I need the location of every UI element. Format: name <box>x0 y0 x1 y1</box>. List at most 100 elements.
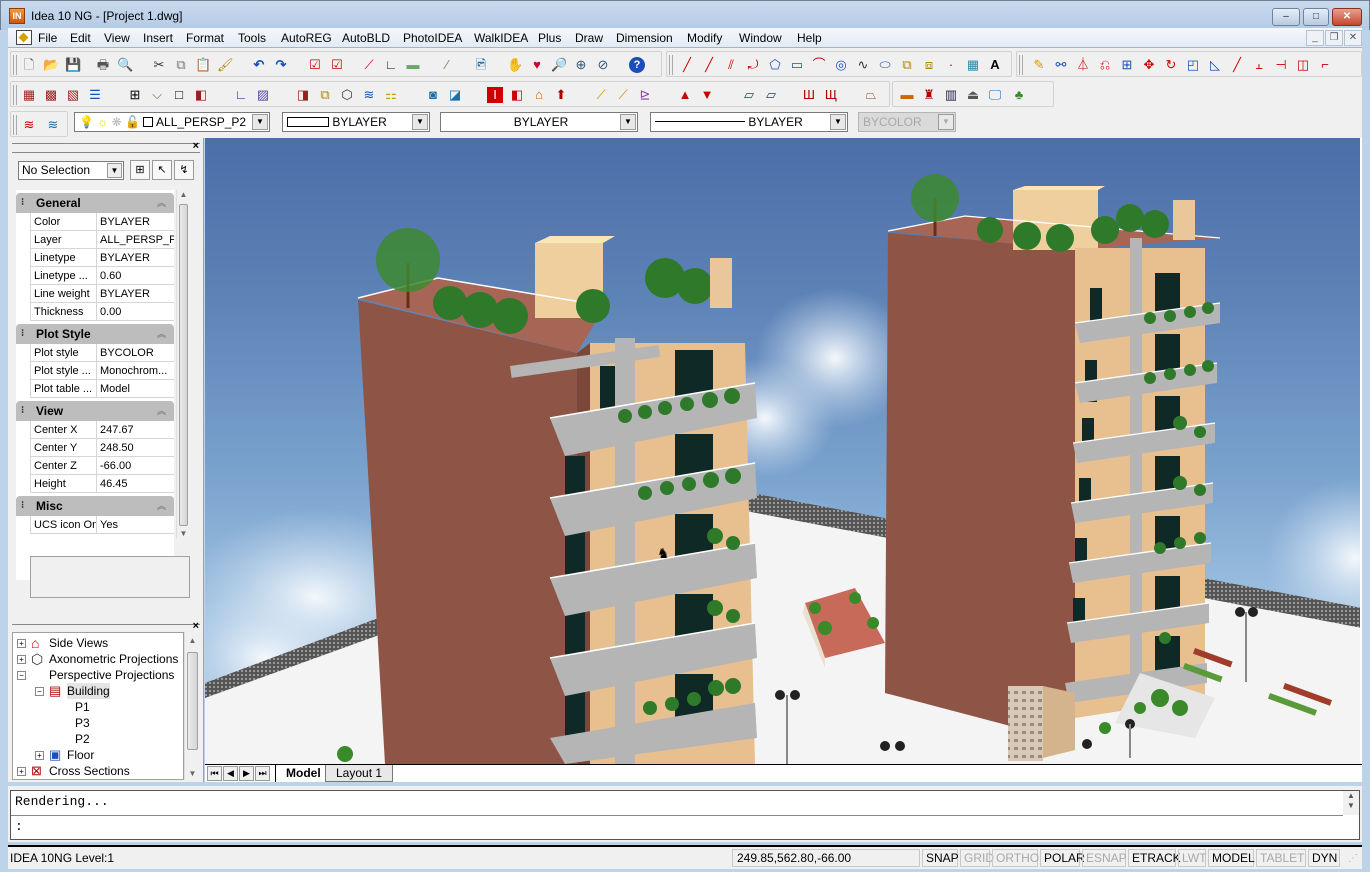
scroll-up-icon[interactable]: ▲ <box>177 190 190 199</box>
scroll-down-icon[interactable]: ▼ <box>177 529 190 538</box>
expand-icon[interactable]: + <box>35 751 44 760</box>
solid-icon[interactable]: ⬡ <box>339 87 355 103</box>
fillet-icon[interactable]: ⌐ <box>1317 57 1333 73</box>
property-value[interactable]: Yes <box>96 516 174 534</box>
property-value[interactable]: Monochrom... <box>96 362 174 380</box>
window-edit-icon[interactable]: ◧ <box>193 87 209 103</box>
computer-icon[interactable]: 🖵 <box>987 87 1003 103</box>
tree-node[interactable]: P1 <box>75 699 90 715</box>
mirror-icon[interactable]: ⏃ <box>1075 57 1091 73</box>
paste-icon[interactable]: 📋 <box>195 57 211 73</box>
property-row[interactable]: Height 46.45 <box>30 475 174 493</box>
expand-icon[interactable]: + <box>17 767 26 776</box>
level-down-icon[interactable]: ▼ <box>699 87 715 103</box>
stair-edit-icon[interactable]: ⟋ <box>615 87 631 103</box>
ellipse-icon[interactable]: ⬭ <box>877 57 893 73</box>
property-value[interactable]: BYCOLOR <box>96 344 174 362</box>
toggle-polar[interactable]: POLAR <box>1040 849 1085 867</box>
column-icon[interactable]: ◙ <box>425 87 441 103</box>
tree-scrollbar[interactable]: ▲ ▼ <box>184 632 200 780</box>
collapse-icon[interactable]: ︽ <box>157 193 166 213</box>
tab-model[interactable]: Model <box>275 765 331 782</box>
toggle-grid[interactable]: GRID <box>960 849 994 867</box>
stair-icon[interactable]: ⟋ <box>593 87 609 103</box>
wall-icon[interactable]: ▦ <box>21 87 37 103</box>
next-tab-button[interactable]: ▶ <box>239 766 254 781</box>
object-copy-icon[interactable]: ⧉ <box>317 87 333 103</box>
brush-icon[interactable]: ⁄ <box>439 57 455 73</box>
property-row[interactable]: Plot table ... Model <box>30 380 174 398</box>
bulb-on-icon[interactable]: 💡 <box>79 115 94 129</box>
property-row[interactable]: Linetype ... 0.60 <box>30 267 174 285</box>
menu-edit[interactable]: Edit <box>70 31 91 45</box>
level-icon[interactable]: ☰ <box>87 87 103 103</box>
undo-icon[interactable]: ↶ <box>251 57 267 73</box>
zoom-in-icon[interactable]: 🔎 <box>551 57 567 73</box>
document-menu-icon[interactable] <box>16 30 32 45</box>
move-icon[interactable]: ✥ <box>1141 57 1157 73</box>
railing-icon[interactable]: Ш <box>801 87 817 103</box>
properties-scrollbar[interactable]: ▲ ▼ <box>176 190 190 538</box>
stretch-icon[interactable]: ◺ <box>1207 57 1223 73</box>
property-value[interactable]: 248.50 <box>96 439 174 457</box>
property-value[interactable]: BYLAYER <box>96 213 174 231</box>
line-icon[interactable]: ╱ <box>679 57 695 73</box>
category-plot-style[interactable]: ⁝ Plot Style ︽ <box>16 324 174 344</box>
chevron-down-icon[interactable]: ▼ <box>830 114 846 130</box>
toolbar-grip[interactable] <box>1019 55 1023 75</box>
scroll-down-icon[interactable]: ▼ <box>1343 801 1359 811</box>
lineweight-dropdown[interactable]: BYLAYER ▼ <box>650 112 848 132</box>
chevron-down-icon[interactable]: ▼ <box>412 114 428 130</box>
collapse-icon[interactable]: − <box>17 671 26 680</box>
section-icon[interactable]: I <box>487 87 503 103</box>
polyline-icon[interactable]: ⤾ <box>745 57 761 73</box>
menu-modify[interactable]: Modify <box>687 31 722 45</box>
property-value[interactable]: Model <box>96 380 174 398</box>
property-row[interactable]: UCS icon On Yes <box>30 516 174 534</box>
menu-autobld[interactable]: AutoBLD <box>342 31 390 45</box>
coordinates-readout[interactable]: 249.85,562.80,-66.00 <box>732 849 920 867</box>
menu-draw[interactable]: Draw <box>575 31 603 45</box>
print-preview-icon[interactable]: 🔍 <box>117 57 133 73</box>
quick-select-button[interactable]: ⊞ <box>130 160 150 180</box>
property-row[interactable]: Plot style BYCOLOR <box>30 344 174 362</box>
toggle-etrack[interactable]: ETRACK <box>1128 849 1181 867</box>
spline-icon[interactable]: ∿ <box>855 57 871 73</box>
collapse-icon[interactable]: − <box>35 687 44 696</box>
scale-icon[interactable]: ◰ <box>1185 57 1201 73</box>
color-dropdown[interactable]: BYLAYER ▼ <box>282 112 430 132</box>
last-tab-button[interactable]: ⏭ <box>255 766 270 781</box>
ruler-icon[interactable]: ▬ <box>405 57 421 73</box>
tree-node[interactable]: Perspective Projections <box>49 667 174 683</box>
first-tab-button[interactable]: ⏮ <box>207 766 222 781</box>
chevron-down-icon[interactable]: ▼ <box>620 114 636 130</box>
arc-icon[interactable]: ⌒ <box>811 57 827 73</box>
offset-icon[interactable]: ⎌ <box>1097 57 1113 73</box>
sun-thaw-icon[interactable]: ☼ <box>97 115 108 129</box>
category-view[interactable]: ⁝ View ︽ <box>16 401 174 421</box>
menu-autoreg[interactable]: AutoREG <box>281 31 332 45</box>
rotate-icon[interactable]: ↻ <box>1163 57 1179 73</box>
property-row[interactable]: Linetype BYLAYER <box>30 249 174 267</box>
point-icon[interactable]: · <box>943 57 959 73</box>
property-value[interactable]: ALL_PERSP_P2 <box>96 231 174 249</box>
new-icon[interactable]: 🗋 <box>21 57 37 73</box>
edit-3d-icon[interactable]: ⏥ <box>763 87 779 103</box>
property-value[interactable]: 0.60 <box>96 267 174 285</box>
polyline-icon[interactable]: ⟋ <box>361 57 377 73</box>
expand-icon[interactable]: + <box>17 639 26 648</box>
scroll-down-icon[interactable]: ▼ <box>185 769 200 778</box>
toggle-pickadd-button[interactable]: ↯ <box>174 160 194 180</box>
array-icon[interactable]: ⊞ <box>1119 57 1135 73</box>
make-block-icon[interactable]: ⧈ <box>921 57 937 73</box>
eraser-3d-icon[interactable]: ⏥ <box>741 87 757 103</box>
command-window[interactable]: Rendering... : ▲ ▼ <box>10 790 1360 840</box>
resize-grip-icon[interactable]: ⋰ <box>1348 853 1358 864</box>
tree-node[interactable]: Floor <box>67 747 94 763</box>
roof-icon[interactable]: ⌂ <box>531 87 547 103</box>
menu-view[interactable]: View <box>104 31 130 45</box>
menu-walkidea[interactable]: WalkIDEA <box>474 31 528 45</box>
menu-tools[interactable]: Tools <box>238 31 266 45</box>
property-row[interactable]: Center Y 248.50 <box>30 439 174 457</box>
command-prompt[interactable]: : <box>15 819 23 834</box>
